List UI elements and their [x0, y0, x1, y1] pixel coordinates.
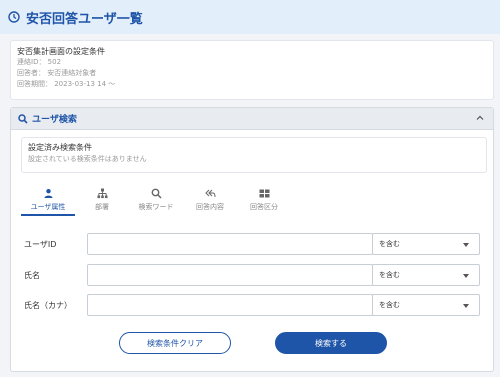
user-id-label: ユーザID	[24, 240, 57, 249]
summary-conditions-card: 安否集計画面の設定条件 連絡ID： 502 回答者： 安否連絡対象者 回答期間：…	[10, 40, 494, 100]
conditions-heading: 安否集計画面の設定条件	[17, 47, 105, 56]
caret-down-icon	[463, 274, 469, 278]
name-match-select[interactable]: を含む	[372, 264, 480, 286]
select-value: を含む	[379, 271, 400, 279]
search-icon	[18, 113, 28, 124]
clock-icon	[8, 11, 20, 23]
applied-conditions-box: 設定済み検索条件 設定されている検索条件はありません	[21, 137, 487, 173]
tab-answer-category[interactable]: 回答区分	[237, 186, 291, 216]
reply-all-icon	[204, 189, 215, 198]
page-header: 安否回答ユーザ一覧	[0, 0, 500, 34]
tab-search-word[interactable]: 検索ワード	[129, 186, 183, 216]
name-label: 氏名	[24, 271, 40, 280]
condition-respondent: 回答者： 安否連絡対象者	[17, 69, 97, 77]
person-icon	[44, 189, 52, 198]
user-id-match-select[interactable]: を含む	[372, 233, 480, 255]
page-title: 安否回答ユーザ一覧	[26, 11, 143, 27]
tab-label: ユーザ属性	[30, 203, 66, 211]
name-input[interactable]	[87, 264, 373, 286]
condition-contact-id: 連絡ID： 502	[17, 58, 62, 66]
name-kana-input[interactable]	[87, 294, 373, 316]
name-kana-label: 氏名（カナ）	[24, 301, 72, 310]
caret-down-icon	[463, 304, 469, 308]
clear-conditions-button[interactable]: 検索条件クリア	[119, 332, 231, 354]
search-button[interactable]: 検索する	[275, 332, 387, 354]
caret-down-icon	[463, 243, 469, 247]
field-row-name-kana: 氏名（カナ） を含む	[11, 294, 493, 316]
select-value: を含む	[379, 240, 400, 248]
tab-user-attributes[interactable]: ユーザ属性	[21, 186, 75, 216]
name-kana-match-select[interactable]: を含む	[372, 294, 480, 316]
tab-department[interactable]: 部署	[75, 186, 129, 216]
applied-conditions-empty: 設定されている検索条件はありません	[28, 155, 147, 163]
condition-period: 回答期間： 2023-03-13 14 ～	[17, 80, 116, 88]
org-chart-icon	[97, 188, 107, 199]
field-row-user-id: ユーザID を含む	[11, 233, 493, 255]
user-id-input[interactable]	[87, 233, 373, 255]
select-value: を含む	[379, 301, 400, 309]
chevron-up-icon[interactable]	[475, 113, 485, 123]
tab-label: 回答内容	[196, 203, 224, 211]
grid-icon	[259, 189, 269, 198]
tab-label: 検索ワード	[138, 203, 174, 211]
tab-label: 回答区分	[250, 203, 278, 211]
user-search-title: ユーザ検索	[32, 115, 77, 125]
user-search-header[interactable]: ユーザ検索	[11, 108, 493, 130]
tab-label: 部署	[95, 203, 109, 211]
search-tabs: ユーザ属性 部署 検索ワード 回答内容 回答区分	[21, 186, 291, 216]
field-row-name: 氏名 を含む	[11, 264, 493, 286]
applied-conditions-heading: 設定済み検索条件	[28, 143, 92, 152]
tab-answer-content[interactable]: 回答内容	[183, 186, 237, 216]
search-icon	[151, 188, 162, 199]
user-search-panel: ユーザ検索 設定済み検索条件 設定されている検索条件はありません ユーザ属性 部…	[10, 107, 494, 372]
